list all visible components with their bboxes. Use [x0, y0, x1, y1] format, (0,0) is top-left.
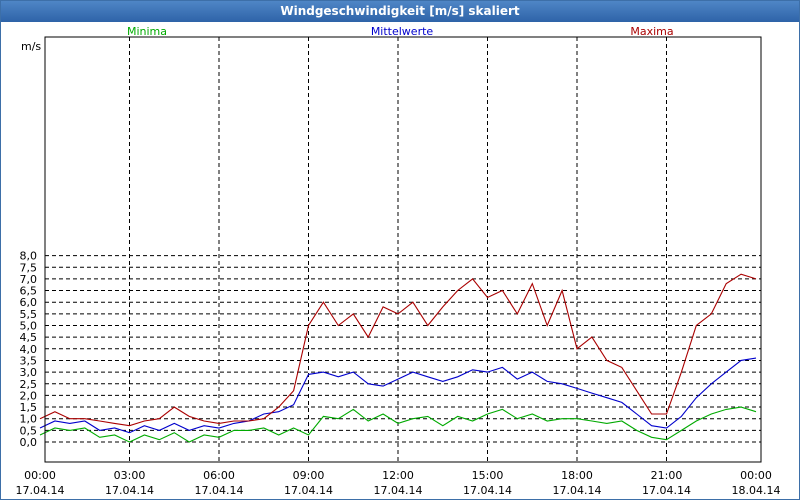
x-axis-ticks: 00:00 17.04.14 03:00 17.04.14 06:00 17.04.14 0… [16, 469, 781, 497]
chart-grid [45, 37, 761, 462]
x-tick-time: 21:00 [651, 469, 683, 482]
y-tick-label: 0,0 [20, 436, 38, 449]
x-tick-time: 00:00 [740, 469, 772, 482]
x-tick-date: 17.04.14 [105, 484, 154, 497]
y-tick-label: 6,0 [20, 296, 38, 309]
y-tick-label: 6,5 [20, 285, 38, 298]
y-tick-label: 5,5 [20, 308, 38, 321]
x-tick-time: 15:00 [472, 469, 504, 482]
x-tick-time: 18:00 [561, 469, 593, 482]
y-axis-ticks: 0,00,51,01,52,02,53,03,54,04,55,05,56,06… [20, 250, 38, 449]
chart-canvas: 0,00,51,01,52,02,53,03,54,04,55,05,56,06… [16, 25, 781, 497]
y-tick-label: 4,5 [20, 331, 38, 344]
legend-maxima: Maxima [630, 25, 673, 38]
y-tick-label: 1,0 [20, 413, 38, 426]
y-tick-label: 8,0 [20, 250, 38, 263]
y-tick-label: 2,5 [20, 378, 38, 391]
y-axis-unit: m/s [21, 40, 41, 53]
y-tick-label: 5,0 [20, 320, 38, 333]
y-tick-label: 3,5 [20, 354, 38, 367]
y-tick-label: 1,5 [20, 401, 38, 414]
y-tick-label: 4,0 [20, 343, 38, 356]
x-tick-time: 03:00 [114, 469, 146, 482]
x-tick-time: 09:00 [293, 469, 325, 482]
y-tick-label: 7,5 [20, 261, 38, 274]
x-tick-date: 17.04.14 [642, 484, 691, 497]
legend-minima: Minima [127, 25, 167, 38]
chart-legend: Minima Mittelwerte Maxima [127, 25, 674, 38]
legend-mittelwerte: Mittelwerte [371, 25, 434, 38]
x-tick-date: 17.04.14 [195, 484, 244, 497]
x-tick-date: 18.04.14 [732, 484, 781, 497]
x-tick-date: 17.04.14 [16, 484, 65, 497]
x-tick-time: 00:00 [24, 469, 56, 482]
y-tick-label: 0,5 [20, 424, 38, 437]
x-tick-date: 17.04.14 [374, 484, 423, 497]
x-tick-date: 17.04.14 [553, 484, 602, 497]
x-tick-date: 17.04.14 [463, 484, 512, 497]
plot-area-border [44, 36, 762, 463]
x-tick-date: 17.04.14 [284, 484, 333, 497]
y-tick-label: 7,0 [20, 273, 38, 286]
y-tick-label: 2,0 [20, 389, 38, 402]
y-tick-label: 3,0 [20, 366, 38, 379]
x-tick-time: 06:00 [203, 469, 235, 482]
x-tick-time: 12:00 [382, 469, 414, 482]
